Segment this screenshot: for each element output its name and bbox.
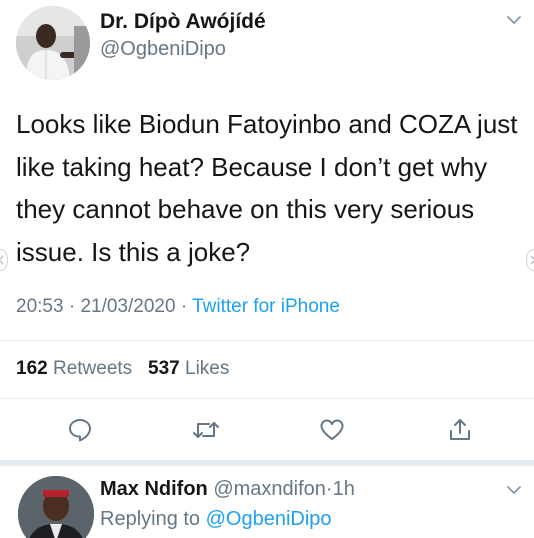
retweets-label: Retweets <box>52 358 133 379</box>
divider <box>0 398 534 399</box>
reply-separator: · <box>325 478 333 500</box>
retweets-stat[interactable]: 162 Retweets <box>16 358 132 379</box>
replying-to-mention[interactable]: @OgbeniDipo <box>206 508 332 530</box>
section-divider <box>0 460 534 466</box>
likes-label: Likes <box>185 358 230 379</box>
author-avatar[interactable] <box>16 6 90 80</box>
tweet-header: Dr. Dípò Awójídé @OgbeniDipo <box>0 0 534 92</box>
tweet-actions <box>0 410 534 450</box>
tweet-source-link[interactable]: Twitter for iPhone <box>192 296 340 317</box>
replying-to-label: Replying to <box>100 508 201 530</box>
tweet-date: 21/03/2020 <box>80 296 176 317</box>
reply-header: Max Ndifon @maxndifon·1h <box>100 478 355 501</box>
tweet-meta: 20:53 · 21/03/2020 · Twitter for iPhone <box>16 296 340 318</box>
tweet-text: Looks like Biodun Fatoyinbo and COZA jus… <box>16 109 518 267</box>
tweet-time: 20:53 <box>16 296 64 317</box>
chevron-left-icon[interactable] <box>0 249 8 271</box>
author-handle[interactable]: @OgbeniDipo <box>100 38 226 61</box>
heart-icon[interactable] <box>312 410 352 450</box>
reply-author-name[interactable]: Max Ndifon <box>100 478 208 500</box>
author-name[interactable]: Dr. Dípò Awójídé <box>100 10 266 34</box>
likes-count: 537 <box>148 358 180 379</box>
meta-separator: · <box>68 296 76 317</box>
tweet-detail-screen: Dr. Dípò Awójídé @OgbeniDipo Looks like … <box>0 0 534 538</box>
reply-author-handle[interactable]: @maxndifon <box>213 478 326 500</box>
retweets-count: 162 <box>16 358 48 379</box>
likes-stat[interactable]: 537 Likes <box>148 358 229 379</box>
replying-to-line: Replying to @OgbeniDipo <box>100 508 332 531</box>
reply-author-avatar[interactable] <box>18 476 94 538</box>
divider <box>0 340 534 341</box>
reply-time: 1h <box>332 478 355 500</box>
share-icon[interactable] <box>440 410 480 450</box>
tweet-stats: 162 Retweets 537 Likes <box>16 358 229 380</box>
chevron-down-icon[interactable] <box>504 480 524 500</box>
chevron-down-icon[interactable] <box>504 10 524 30</box>
retweet-icon[interactable] <box>186 410 226 450</box>
comment-icon[interactable] <box>60 410 100 450</box>
chevron-right-icon[interactable] <box>526 249 534 271</box>
meta-separator: · <box>180 296 188 317</box>
